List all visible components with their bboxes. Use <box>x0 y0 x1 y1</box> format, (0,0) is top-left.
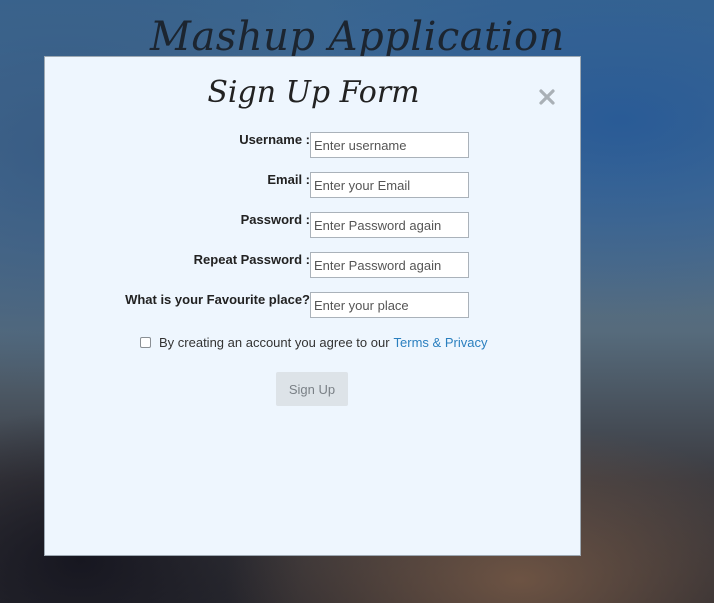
email-input[interactable] <box>310 172 469 198</box>
modal-title: Sign Up Form <box>207 75 420 110</box>
app-title: Mashup Application <box>150 14 565 60</box>
favourite-place-label: What is your Favourite place? <box>125 292 310 307</box>
username-label: Username : <box>239 132 310 147</box>
terms-checkbox[interactable] <box>140 336 151 348</box>
repeat-password-input[interactable] <box>310 252 469 278</box>
favourite-place-input[interactable] <box>310 292 469 318</box>
terms-row: By creating an account you agree to our … <box>140 333 487 351</box>
repeat-password-label: Repeat Password : <box>193 252 310 267</box>
signup-modal: Sign Up Form Username : Email : Password… <box>44 56 581 556</box>
favourite-place-row: What is your Favourite place? <box>45 292 582 318</box>
email-label: Email : <box>267 172 310 187</box>
email-row: Email : <box>45 172 582 198</box>
password-row: Password : <box>45 212 582 238</box>
username-input[interactable] <box>310 132 469 158</box>
username-row: Username : <box>45 132 582 158</box>
terms-privacy-link[interactable]: Terms & Privacy <box>394 335 488 350</box>
close-button[interactable] <box>537 87 557 107</box>
terms-text: By creating an account you agree to our <box>159 334 390 350</box>
repeat-password-row: Repeat Password : <box>45 252 582 278</box>
password-label: Password : <box>240 212 310 227</box>
signup-button[interactable]: Sign Up <box>276 372 348 406</box>
password-input[interactable] <box>310 212 469 238</box>
close-icon <box>539 89 555 105</box>
